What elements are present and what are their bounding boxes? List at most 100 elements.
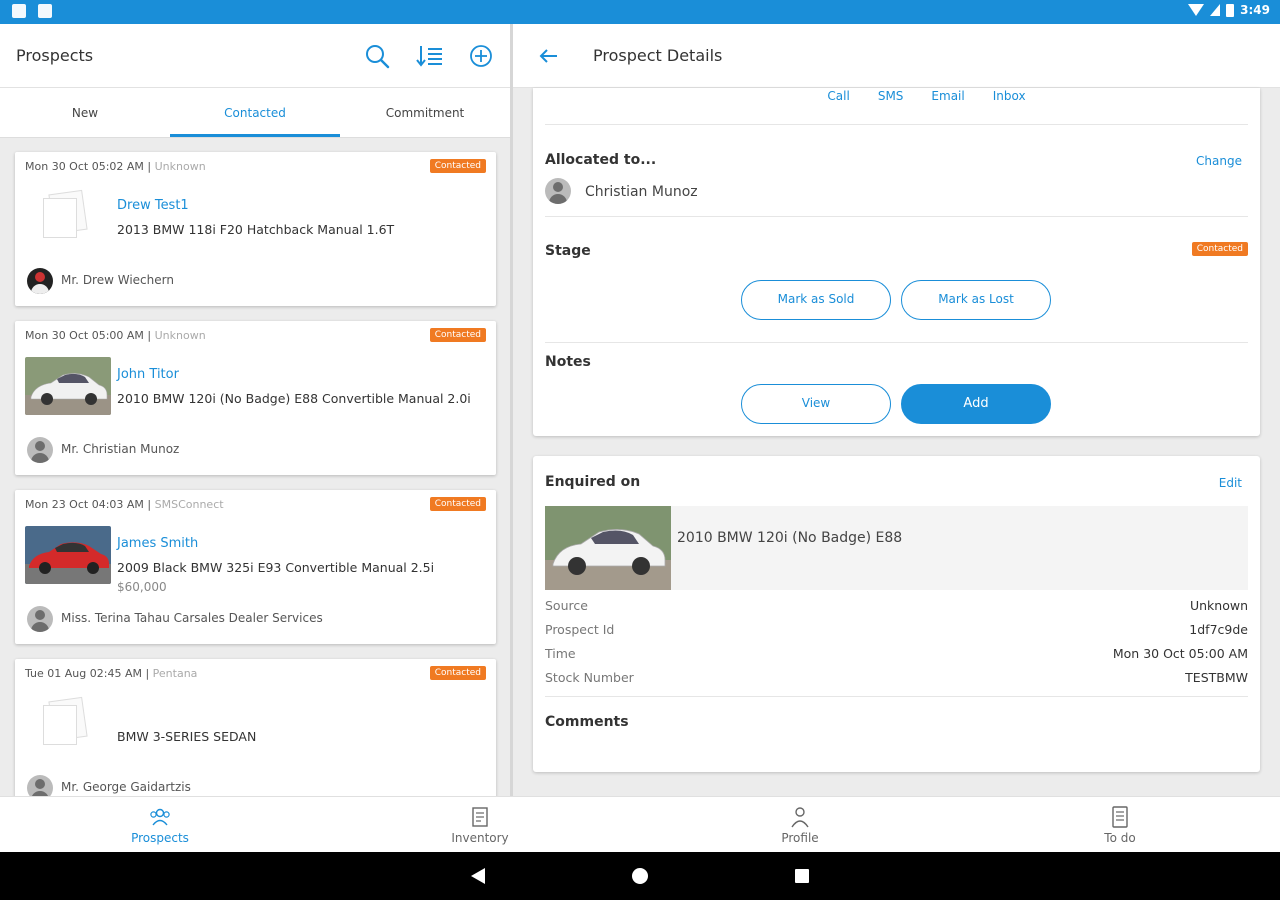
nav-label: Profile: [781, 831, 819, 845]
detail-value: Unknown: [1189, 598, 1248, 613]
stage-title: Stage: [545, 243, 591, 259]
details-card: Call SMS Email Inbox Allocated to... Cha…: [533, 88, 1260, 436]
tab-new[interactable]: New: [0, 88, 170, 137]
nav-label: Inventory: [451, 831, 509, 845]
edit-link[interactable]: Edit: [1219, 476, 1242, 490]
detail-key: Prospect Id: [545, 622, 615, 637]
vehicle-thumbnail: [25, 526, 111, 584]
search-icon[interactable]: [363, 42, 391, 70]
detail-value: Mon 30 Oct 05:00 AM: [1112, 646, 1248, 661]
prospect-vehicle: 2010 BMW 120i (No Badge) E88 Convertible…: [117, 391, 471, 406]
details-header: Prospect Details: [513, 24, 1280, 88]
allocated-name: Christian Munoz: [585, 184, 698, 200]
prospects-panel: Prospects New Contacted Commitment Mon 3…: [0, 24, 510, 796]
allocated-title: Allocated to...: [545, 152, 657, 168]
prospect-card[interactable]: Tue 01 Aug 02:45 AM | Pentana Contacted …: [15, 659, 496, 796]
system-home-icon[interactable]: [632, 868, 648, 884]
call-link[interactable]: Call: [827, 88, 849, 124]
status-time: 3:49: [1240, 3, 1270, 17]
vehicle-thumbnail: [545, 506, 671, 590]
detail-key: Source: [545, 598, 588, 613]
nav-label: Prospects: [131, 831, 189, 845]
todo-icon: [1112, 806, 1128, 828]
bottom-navigation: Prospects Inventory Profile To do: [0, 796, 1280, 852]
page-title: Prospects: [16, 46, 94, 65]
prospect-vehicle: BMW 3-SERIES SEDAN: [117, 729, 257, 744]
prospect-name: James Smith: [117, 536, 199, 551]
detail-row-prospect-id: Prospect Id 1df7c9de: [545, 622, 1248, 637]
prospect-card[interactable]: Mon 30 Oct 05:02 AM | Unknown Contacted …: [15, 152, 496, 306]
card-source: SMSConnect: [154, 498, 224, 511]
detail-row-source: Source Unknown: [545, 598, 1248, 613]
detail-value: 1df7c9de: [1189, 622, 1248, 637]
detail-key: Stock Number: [545, 670, 634, 685]
prospect-dealer: Mr. George Gaidartzis: [61, 780, 191, 794]
system-recents-icon[interactable]: [795, 869, 809, 883]
email-link[interactable]: Email: [931, 88, 964, 124]
prospects-header: Prospects: [0, 24, 510, 88]
change-link[interactable]: Change: [1196, 154, 1242, 168]
status-badge: Contacted: [1191, 242, 1248, 256]
sort-icon[interactable]: [415, 42, 443, 70]
mark-as-sold-button[interactable]: Mark as Sold: [741, 280, 891, 320]
status-bar: 3:49: [0, 0, 1280, 24]
view-notes-button[interactable]: View: [741, 384, 891, 424]
vehicle-thumbnail: [25, 357, 111, 415]
system-back-icon[interactable]: [471, 868, 485, 884]
avatar: [27, 606, 53, 632]
sd-card-icon: [38, 4, 52, 18]
prospect-details-panel: Prospect Details Call SMS Email Inbox Al…: [513, 24, 1280, 796]
avatar: [27, 268, 53, 294]
inventory-icon: [472, 807, 488, 827]
divider: [545, 342, 1248, 343]
system-navigation-bar: [0, 852, 1280, 900]
people-icon: [150, 808, 170, 826]
tab-contacted[interactable]: Contacted: [170, 88, 340, 137]
enquired-vehicle-row[interactable]: 2010 BMW 120i (No Badge) E88: [545, 506, 1248, 590]
card-source: Unknown: [154, 160, 206, 173]
enquired-title: Enquired on: [545, 474, 641, 490]
comments-title: Comments: [545, 714, 629, 730]
card-time: Mon 23 Oct 04:03 AM: [25, 498, 144, 511]
notification-icon: [12, 4, 26, 18]
details-title: Prospect Details: [593, 46, 723, 65]
detail-key: Time: [545, 646, 576, 661]
placeholder-image-icon: [43, 696, 88, 747]
add-note-button[interactable]: Add: [901, 384, 1051, 424]
nav-profile[interactable]: Profile: [640, 797, 960, 852]
prospect-card[interactable]: Mon 30 Oct 05:00 AM | Unknown Contacted …: [15, 321, 496, 475]
status-tabs: New Contacted Commitment: [0, 88, 510, 138]
prospect-name: Drew Test1: [117, 198, 189, 213]
signal-icon: [1210, 4, 1221, 16]
prospect-vehicle: 2009 Black BMW 325i E93 Convertible Manu…: [117, 560, 435, 575]
add-circle-icon[interactable]: [467, 42, 495, 70]
divider: [545, 696, 1248, 697]
sms-link[interactable]: SMS: [878, 88, 904, 124]
prospect-dealer: Mr. Christian Munoz: [61, 442, 180, 456]
prospect-dealer: Miss. Terina Tahau Carsales Dealer Servi…: [61, 611, 323, 625]
card-source: Pentana: [152, 667, 198, 680]
prospect-name: John Titor: [117, 367, 179, 382]
card-time: Tue 01 Aug 02:45 AM: [25, 667, 142, 680]
divider: [545, 216, 1248, 217]
status-badge: Contacted: [429, 328, 486, 342]
detail-value: TESTBMW: [1185, 670, 1248, 685]
avatar: [27, 775, 53, 796]
nav-inventory[interactable]: Inventory: [320, 797, 640, 852]
status-badge: Contacted: [429, 159, 486, 173]
card-time: Mon 30 Oct 05:00 AM: [25, 329, 144, 342]
inbox-link[interactable]: Inbox: [993, 88, 1026, 124]
placeholder-image-icon: [43, 189, 88, 240]
avatar: [545, 178, 571, 204]
nav-todo[interactable]: To do: [960, 797, 1280, 852]
tab-commitment[interactable]: Commitment: [340, 88, 510, 137]
nav-prospects[interactable]: Prospects: [0, 797, 320, 852]
avatar: [27, 437, 53, 463]
contact-actions: Call SMS Email Inbox: [533, 88, 1260, 124]
back-arrow-icon[interactable]: [537, 44, 561, 68]
prospect-card[interactable]: Mon 23 Oct 04:03 AM | SMSConnect Contact…: [15, 490, 496, 644]
detail-row-stock-number: Stock Number TESTBMW: [545, 670, 1248, 685]
mark-as-lost-button[interactable]: Mark as Lost: [901, 280, 1051, 320]
status-badge: Contacted: [429, 497, 486, 511]
detail-row-time: Time Mon 30 Oct 05:00 AM: [545, 646, 1248, 661]
